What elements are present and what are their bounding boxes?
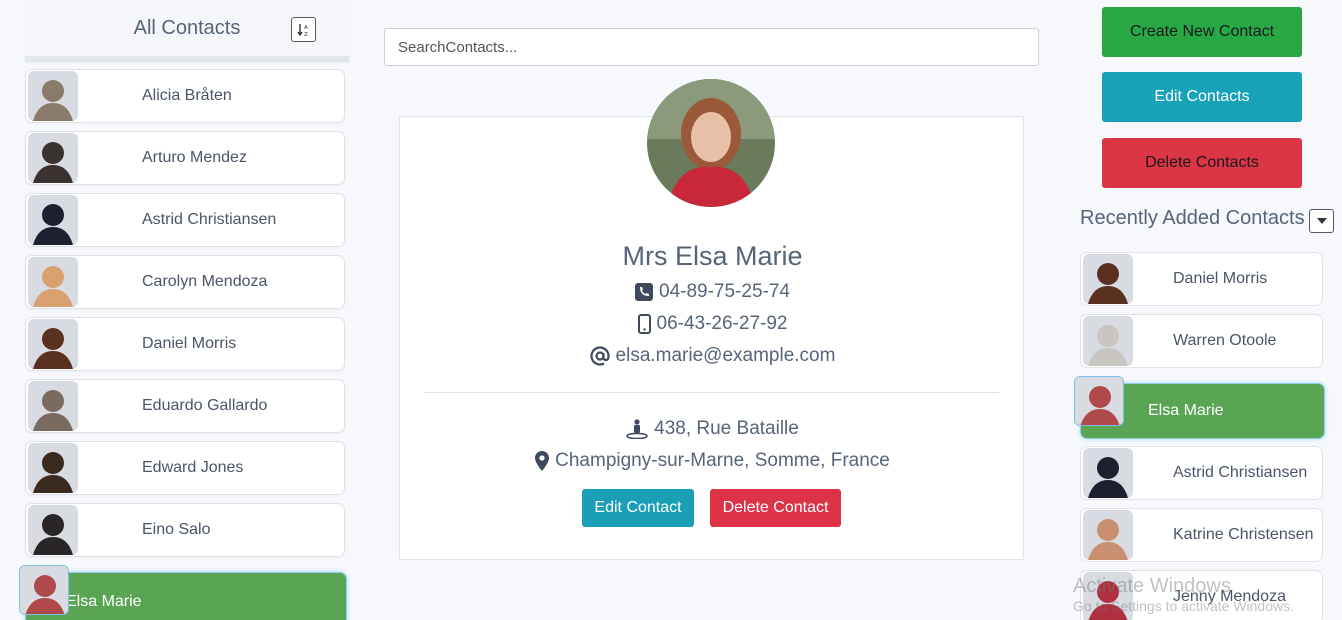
contact-avatar (1083, 254, 1133, 304)
contact-name: Eino Salo (142, 521, 211, 538)
contact-name: Daniel Morris (1173, 270, 1268, 287)
contact-avatar (28, 505, 78, 555)
contact-name: Arturo Mendez (142, 149, 247, 166)
detail-phone: 04-89-75-25-74 (659, 281, 790, 302)
detail-location: Champigny-sur-Marne, Somme, France (555, 450, 890, 471)
svg-text:A: A (304, 25, 308, 31)
contact-name: Elsa Marie (1148, 402, 1224, 419)
contact-name: Elsa Marie (66, 593, 142, 610)
contact-list-item[interactable]: Carolyn Mendoza (25, 255, 345, 309)
contact-avatar (28, 443, 78, 493)
phone-square-icon (635, 283, 653, 301)
contact-avatar (28, 257, 78, 307)
contact-list-item[interactable]: Eino Salo (25, 503, 345, 557)
mobile-icon (637, 314, 651, 334)
contact-avatar (1083, 448, 1133, 498)
caret-down-icon[interactable] (1309, 209, 1334, 233)
contact-list-item[interactable]: Edward Jones (25, 441, 345, 495)
contact-list-item[interactable]: Daniel Morris (25, 317, 345, 371)
contact-list-item[interactable]: Elsa Marie (19, 565, 347, 620)
contact-avatar (1083, 510, 1133, 560)
map-marker-icon (535, 451, 550, 471)
svg-text:Z: Z (304, 32, 308, 37)
edit-contacts-button[interactable]: Edit Contacts (1102, 72, 1302, 122)
street-view-icon (626, 419, 648, 439)
edit-contact-button[interactable]: Edit Contact (582, 489, 694, 527)
watermark-subtitle: Go to Settings to activate Windows. (1073, 598, 1294, 614)
contact-avatar (1083, 316, 1133, 366)
contact-name: Carolyn Mendoza (142, 273, 268, 290)
detail-avatar (647, 79, 775, 207)
all-contacts-title: All Contacts (133, 16, 241, 39)
detail-street-row: 438, Rue Bataille (400, 418, 1025, 440)
contact-avatar (28, 133, 78, 183)
contact-list-item[interactable]: Arturo Mendez (25, 131, 345, 185)
contact-avatar (28, 195, 78, 245)
recent-contact-item[interactable]: Daniel Morris (1080, 252, 1323, 306)
contact-name: Daniel Morris (142, 335, 237, 352)
contact-list-item[interactable]: Eduardo Gallardo (25, 379, 345, 433)
watermark-title: Activate Windows (1073, 575, 1231, 597)
detail-street: 438, Rue Bataille (654, 418, 799, 439)
contact-name: Warren Otoole (1173, 332, 1277, 349)
detail-name: Mrs Elsa Marie (622, 241, 803, 271)
recent-contact-item[interactable]: Katrine Christensen (1080, 508, 1323, 562)
contact-avatar (19, 565, 69, 615)
contact-avatar (28, 381, 78, 431)
contact-name: Astrid Christiansen (1173, 464, 1308, 481)
sort-alpha-icon[interactable]: AZ (291, 17, 316, 42)
contact-avatar (28, 319, 78, 369)
contact-list-item[interactable]: Astrid Christiansen (25, 193, 345, 247)
detail-phone-row: 04-89-75-25-74 (400, 281, 1025, 303)
contact-list-item[interactable]: Alicia Bråten (25, 69, 345, 123)
delete-contacts-button[interactable]: Delete Contacts (1102, 138, 1302, 188)
search-input[interactable] (384, 28, 1039, 66)
recent-contact-item[interactable]: Astrid Christiansen (1080, 446, 1323, 500)
at-icon (590, 346, 610, 366)
delete-contact-button[interactable]: Delete Contact (710, 489, 841, 527)
recent-contact-item[interactable]: Warren Otoole (1080, 314, 1323, 368)
all-contacts-panel: All Contacts AZ Alicia Bråten Arturo Mend… (19, 0, 349, 620)
activate-windows-watermark: Activate Windows Go to Settings to activ… (1073, 574, 1294, 614)
detail-cell: 06-43-26-27-92 (656, 313, 788, 334)
detail-location-row: Champigny-sur-Marne, Somme, France (400, 450, 1025, 472)
contact-name: Katrine Christensen (1173, 526, 1314, 543)
recent-contacts-title: Recently Added Contacts (1080, 207, 1305, 229)
all-contacts-header: All Contacts AZ (25, 0, 349, 62)
contact-name: Eduardo Gallardo (142, 397, 268, 414)
detail-email-row: elsa.marie@example.com (400, 345, 1025, 367)
contact-avatar (1074, 376, 1124, 426)
detail-email: elsa.marie@example.com (615, 345, 836, 366)
recent-contact-item[interactable]: Elsa Marie (1074, 376, 1325, 439)
create-contact-button[interactable]: Create New Contact (1102, 7, 1302, 57)
detail-cell-row: 06-43-26-27-92 (400, 313, 1025, 335)
contact-name: Edward Jones (142, 459, 244, 476)
contact-name: Alicia Bråten (142, 87, 232, 104)
contact-avatar (28, 71, 78, 121)
detail-divider (424, 392, 999, 393)
contact-name: Astrid Christiansen (142, 211, 277, 228)
